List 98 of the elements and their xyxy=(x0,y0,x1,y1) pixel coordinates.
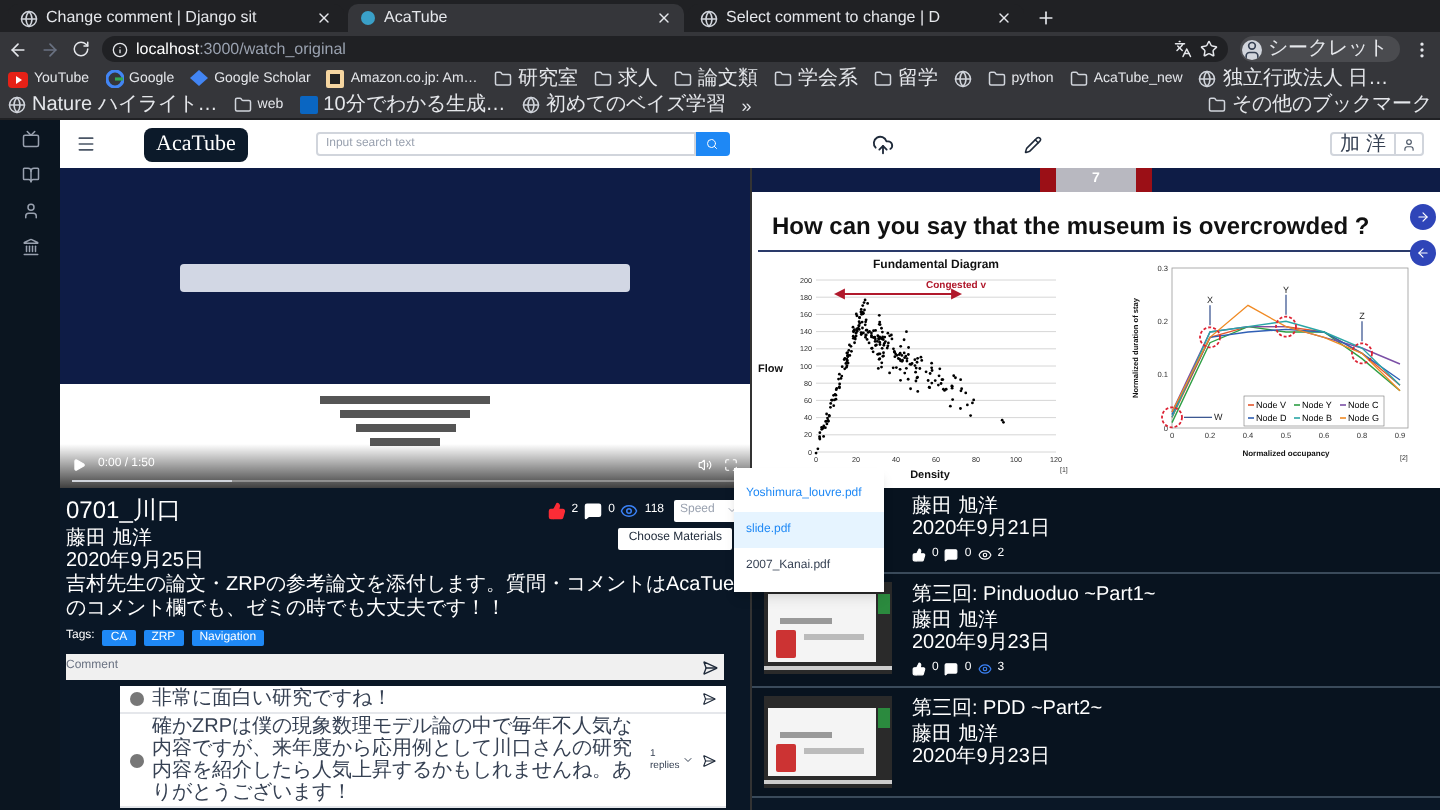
comment-text: 非常に面白い研究ですね！ xyxy=(152,688,394,710)
new-tab-icon[interactable] xyxy=(1036,8,1056,28)
upload-date: 2020年9月25日 xyxy=(66,550,204,572)
globe-icon xyxy=(521,96,540,114)
video-list-item[interactable]: 第三回: PDD ~Part2~ 藤田 旭洋 2020年9月23日 xyxy=(752,688,1440,798)
bookmark-item[interactable]: 10分でわかる生成… xyxy=(299,92,506,118)
globe-icon xyxy=(953,70,972,88)
bookmark-item[interactable]: 求人 xyxy=(593,66,658,92)
close-icon[interactable] xyxy=(316,10,332,26)
globe-icon xyxy=(700,9,718,27)
globe-icon xyxy=(1198,70,1217,88)
profile-chip[interactable]: シークレット xyxy=(1240,36,1400,62)
eye-icon xyxy=(620,501,639,519)
upload-date: 2020年9月23日 xyxy=(912,746,1052,768)
upload-date: 2020年9月21日 xyxy=(912,518,1050,540)
bookmark-item[interactable]: 留学 xyxy=(873,66,938,92)
globe-icon xyxy=(20,9,38,27)
upload-icon[interactable] xyxy=(871,133,894,155)
video-icon[interactable] xyxy=(21,130,39,148)
user-icon xyxy=(1402,137,1416,151)
address-bar[interactable]: localhost:3000/watch_original xyxy=(102,36,1228,62)
author-name: 藤田 旭洋 xyxy=(912,724,1000,746)
book-icon[interactable] xyxy=(21,166,39,184)
chart-legend xyxy=(1243,395,1385,427)
folder-icon xyxy=(987,70,1006,88)
incognito-avatar-icon xyxy=(1242,39,1262,59)
avatar-icon xyxy=(130,692,144,706)
url-text: localhost:3000/watch_original xyxy=(136,37,346,61)
bookmark-item[interactable]: 論文類 xyxy=(673,66,758,92)
app-logo[interactable]: AcaTube xyxy=(144,127,248,161)
search-icon xyxy=(706,138,719,150)
bookmark-item[interactable]: 研究室 xyxy=(493,66,578,92)
bookmark-item[interactable]: 独立行政法人 日… xyxy=(1198,66,1389,92)
user-icon[interactable] xyxy=(21,202,39,220)
reload-icon[interactable] xyxy=(72,40,90,58)
user-button[interactable]: 加 洋 xyxy=(1330,132,1424,156)
avatar-icon xyxy=(130,753,144,767)
comment-icon xyxy=(944,662,959,676)
send-icon[interactable] xyxy=(702,659,718,675)
video-description: 吉村先生の論文・ZRPの参考論文を添付します。質問・コメントはAcaTueのコメント欄でも、ゼミの時でも大丈夫です！！ xyxy=(66,574,737,622)
author-name: 藤田 旭洋 xyxy=(912,610,1000,632)
google-logo-icon xyxy=(105,70,124,88)
bookmark-item[interactable] xyxy=(953,66,972,92)
chevron-icon xyxy=(726,504,738,516)
next-page-button[interactable] xyxy=(1410,204,1436,230)
tab-title: Change comment | Django sit xyxy=(46,6,259,30)
tab-title: Select comment to change | D xyxy=(726,6,943,30)
info-icon xyxy=(112,41,128,57)
browser-tab[interactable]: AcaTube xyxy=(348,4,684,32)
tab-title: AcaTube xyxy=(384,6,450,30)
forward-icon[interactable] xyxy=(40,39,60,59)
folder-icon xyxy=(1208,96,1226,114)
fullscreen-icon[interactable] xyxy=(724,458,738,472)
close-icon[interactable] xyxy=(996,10,1012,26)
menu-icon[interactable] xyxy=(76,134,96,154)
send-icon[interactable] xyxy=(702,692,716,706)
bookmark-item[interactable]: 学会系 xyxy=(773,66,858,92)
bookmark-item[interactable]: Nature ハイライト… xyxy=(8,92,218,118)
pencil-icon[interactable] xyxy=(1023,135,1042,153)
translate-icon[interactable] xyxy=(1174,40,1192,58)
upload-date: 2020年9月23日 xyxy=(912,632,1052,654)
author-name: 藤田 旭洋 xyxy=(912,496,1000,518)
thumbs-up-icon[interactable] xyxy=(547,501,566,519)
comment-text: 確かZRPは僕の現象数理モデル論の中で毎年不人気な内容ですが、来年度から応用例として川口さんの研究内容を紹介したら人気上昇するかもしれませんね。ありがとうございます！ xyxy=(152,716,634,804)
double-arrow xyxy=(834,288,962,300)
more-bookmarks[interactable]: » xyxy=(741,93,752,117)
arrow-left-icon xyxy=(1416,246,1430,260)
arrow-right-icon xyxy=(1416,210,1430,224)
video-title: 第三回: Pinduoduo ~Part1~ xyxy=(912,582,1156,609)
comment-icon xyxy=(584,501,603,519)
folder-icon xyxy=(773,70,792,88)
bookmark-item[interactable]: 初めてのベイズ学習 xyxy=(521,92,726,118)
slide-title: How can you say that the museum is overcrowded ? xyxy=(772,210,1370,245)
author-name: 藤田 旭洋 xyxy=(66,528,154,550)
volume-icon[interactable] xyxy=(698,458,712,472)
folder-icon xyxy=(233,96,252,114)
folder-icon xyxy=(593,70,612,88)
video-title: 0701_川口 xyxy=(66,494,181,526)
bookmark-star-icon[interactable] xyxy=(1200,40,1218,58)
comment-icon xyxy=(944,548,959,562)
linkedin-logo-icon xyxy=(299,96,318,114)
bookmark-item[interactable]: その他のブックマーク xyxy=(1208,92,1432,118)
app-logo-icon xyxy=(360,10,376,26)
video-title: 第三回: PDD ~Part2~ xyxy=(912,696,1103,723)
previous-page-button[interactable] xyxy=(1410,240,1436,266)
folder-icon xyxy=(873,70,892,88)
back-icon[interactable] xyxy=(8,39,28,59)
globe-icon xyxy=(8,96,26,114)
folder-icon xyxy=(1069,70,1088,88)
send-icon[interactable] xyxy=(702,753,716,767)
play-icon[interactable] xyxy=(72,458,86,472)
close-icon[interactable] xyxy=(656,10,672,26)
scholar-cap-icon xyxy=(190,70,209,88)
folder-icon xyxy=(493,70,512,88)
folder-icon xyxy=(673,70,692,88)
play-logo-icon xyxy=(8,71,28,87)
chevron-icon[interactable] xyxy=(682,754,694,766)
bank-icon[interactable] xyxy=(21,238,39,256)
